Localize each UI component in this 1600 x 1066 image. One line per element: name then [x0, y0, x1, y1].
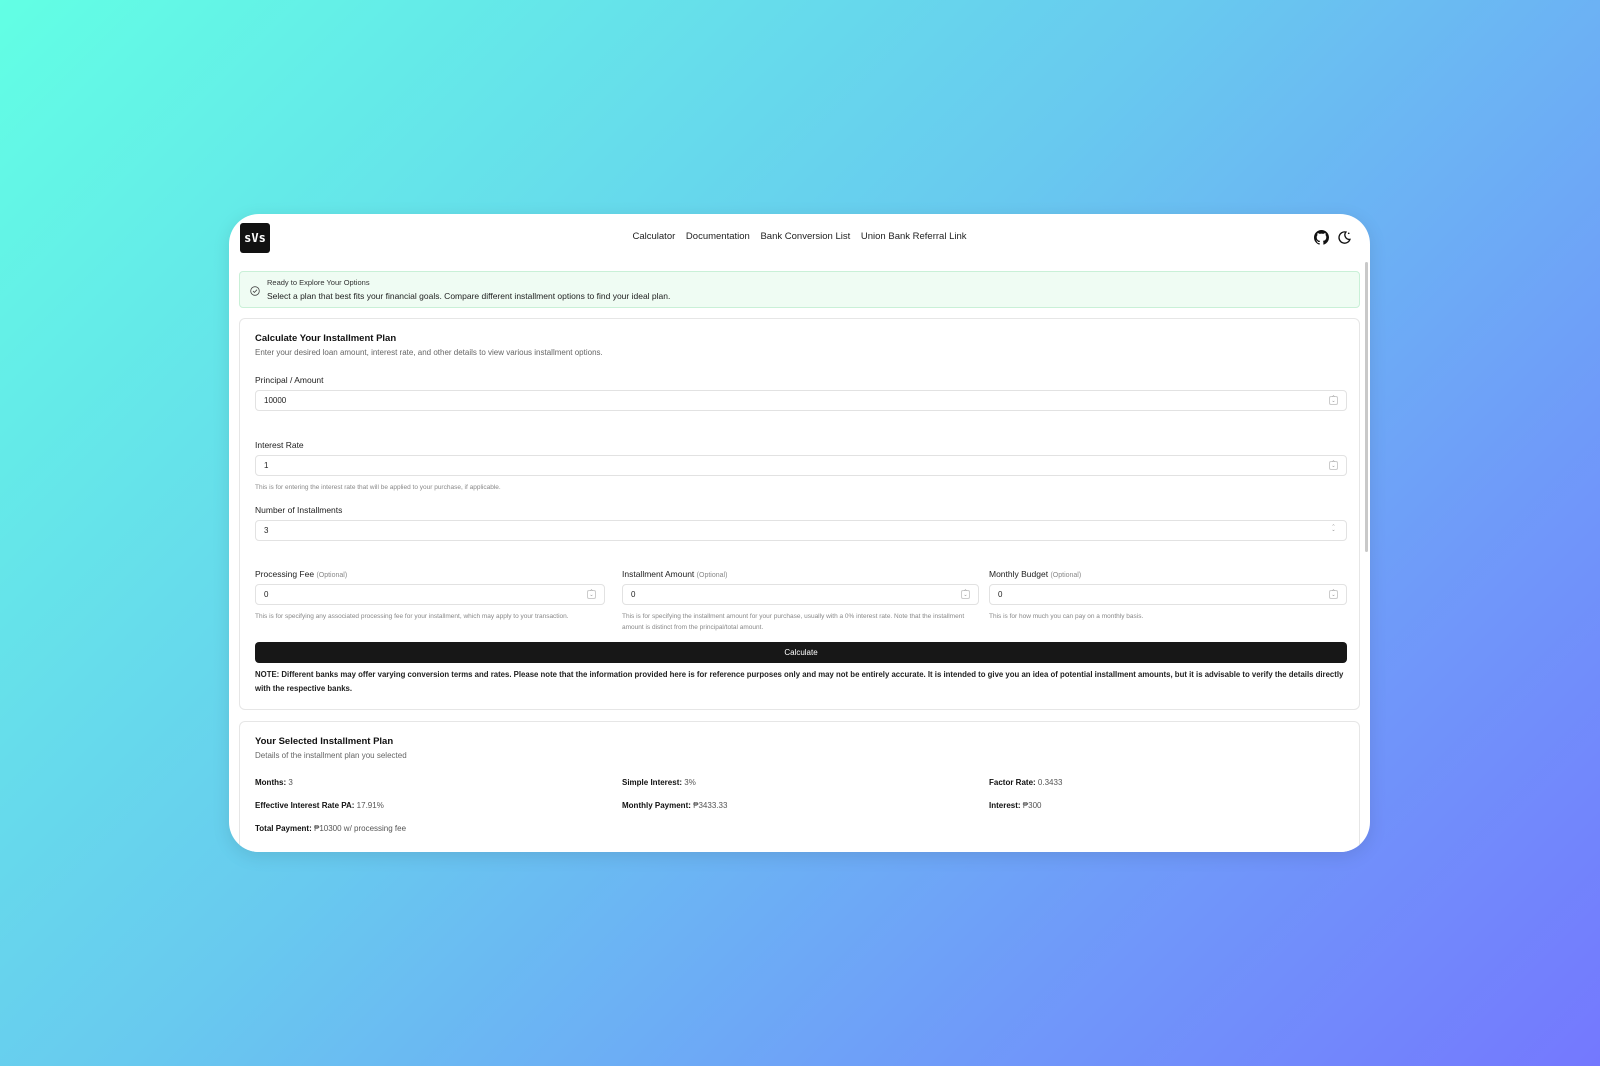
processing-fee-value: 0: [264, 590, 269, 599]
principal-help: [255, 417, 1347, 428]
github-icon[interactable]: [1314, 230, 1329, 245]
nav-link-documentation[interactable]: Documentation: [686, 231, 750, 242]
result-factor-rate-value: 0.3433: [1037, 778, 1063, 787]
theme-toggle-icon[interactable]: [1337, 230, 1352, 245]
interest-rate-input[interactable]: 1 ⌃ ⌄: [255, 455, 1347, 476]
result-total-payment-label: Total Payment:: [255, 824, 312, 833]
monthly-budget-optional: (Optional): [1050, 572, 1082, 579]
result-simple-interest-label: Simple Interest:: [622, 778, 683, 787]
app-window: sVs Calculator Documentation Bank Conver…: [229, 214, 1370, 852]
calculator-card: Calculate Your Installment Plan Enter yo…: [239, 318, 1360, 710]
nav-links: Calculator Documentation Bank Conversion…: [229, 231, 1370, 242]
processing-fee-optional: (Optional): [316, 572, 348, 579]
installment-amount-label: Installment Amount (Optional): [622, 569, 727, 579]
result-monthly-payment: Monthly Payment: ₱3433.33: [622, 801, 727, 810]
interest-rate-value: 1: [264, 461, 269, 470]
installment-amount-optional: (Optional): [696, 572, 728, 579]
nav-icons: [1314, 230, 1352, 245]
alert-description: Select a plan that best fits your financ…: [267, 291, 671, 301]
interest-rate-help: This is for entering the interest rate t…: [255, 484, 501, 491]
principal-label: Principal / Amount: [255, 375, 324, 385]
processing-fee-label-text: Processing Fee: [255, 569, 315, 579]
installments-help: [255, 547, 1347, 558]
result-monthly-payment-label: Monthly Payment:: [622, 801, 691, 810]
monthly-budget-stepper-icon[interactable]: ⌃ ⌄: [1329, 590, 1338, 599]
installments-label: Number of Installments: [255, 505, 343, 515]
scrollbar[interactable]: [1365, 262, 1368, 552]
result-effective-rate-label: Effective Interest Rate PA:: [255, 801, 355, 810]
processing-fee-label: Processing Fee (Optional): [255, 569, 347, 579]
monthly-budget-help: This is for how much you can pay on a mo…: [989, 613, 1144, 620]
result-simple-interest-value: 3%: [684, 778, 696, 787]
alert-title: Ready to Explore Your Options: [267, 278, 370, 287]
chevron-updown-icon: ⌃ ⌄: [1331, 524, 1336, 533]
result-simple-interest: Simple Interest: 3%: [622, 778, 696, 787]
processing-fee-input[interactable]: 0 ⌃ ⌄: [255, 584, 605, 605]
result-interest: Interest: ₱300: [989, 801, 1041, 810]
installment-amount-input[interactable]: 0 ⌃ ⌄: [622, 584, 979, 605]
processing-fee-help: This is for specifying any associated pr…: [255, 613, 569, 620]
principal-input[interactable]: 10000 ⌃ ⌄: [255, 390, 1347, 411]
selected-plan-card: Your Selected Installment Plan Details o…: [239, 721, 1360, 852]
result-factor-rate-label: Factor Rate:: [989, 778, 1036, 787]
calculate-button[interactable]: Calculate: [255, 642, 1347, 663]
installment-amount-label-text: Installment Amount: [622, 569, 695, 579]
disclaimer-note: NOTE: Different banks may offer varying …: [255, 670, 1344, 693]
nav-link-bank-conversion-list[interactable]: Bank Conversion List: [760, 231, 850, 242]
top-navbar: sVs Calculator Documentation Bank Conver…: [229, 214, 1370, 262]
calculator-description: Enter your desired loan amount, interest…: [255, 348, 603, 357]
result-total-payment: Total Payment: ₱10300 w/ processing fee: [255, 824, 406, 833]
interest-rate-label: Interest Rate: [255, 440, 304, 450]
selected-plan-title: Your Selected Installment Plan: [255, 736, 394, 747]
result-effective-rate-value: 17.91%: [356, 801, 384, 810]
installment-amount-help: This is for specifying the installment a…: [622, 613, 965, 631]
installments-value: 3: [264, 526, 269, 535]
installment-amount-value: 0: [631, 590, 636, 599]
info-alert: Ready to Explore Your Options Select a p…: [239, 271, 1360, 308]
check-circle-icon: [250, 283, 260, 296]
result-months-value: 3: [288, 778, 293, 787]
monthly-budget-label: Monthly Budget (Optional): [989, 569, 1081, 579]
processing-fee-stepper-icon[interactable]: ⌃ ⌄: [587, 590, 596, 599]
monthly-budget-label-text: Monthly Budget: [989, 569, 1049, 579]
interest-rate-stepper-icon[interactable]: ⌃ ⌄: [1329, 461, 1338, 470]
result-months-label: Months:: [255, 778, 287, 787]
result-total-payment-value: ₱10300 w/ processing fee: [313, 824, 407, 833]
result-factor-rate: Factor Rate: 0.3433: [989, 778, 1062, 787]
nav-link-calculator[interactable]: Calculator: [633, 231, 676, 242]
monthly-budget-input[interactable]: 0 ⌃ ⌄: [989, 584, 1347, 605]
result-interest-label: Interest:: [989, 801, 1021, 810]
result-effective-rate: Effective Interest Rate PA: 17.91%: [255, 801, 384, 810]
calculator-title: Calculate Your Installment Plan: [255, 333, 397, 344]
result-months: Months: 3: [255, 778, 293, 787]
principal-stepper-icon[interactable]: ⌃ ⌄: [1329, 396, 1338, 405]
selected-plan-description: Details of the installment plan you sele…: [255, 751, 407, 760]
result-interest-value: ₱300: [1022, 801, 1042, 810]
principal-value: 10000: [264, 396, 287, 405]
nav-link-union-bank-referral[interactable]: Union Bank Referral Link: [861, 231, 967, 242]
installment-amount-stepper-icon[interactable]: ⌃ ⌄: [961, 590, 970, 599]
monthly-budget-value: 0: [998, 590, 1003, 599]
installments-select[interactable]: 3 ⌃ ⌄: [255, 520, 1347, 541]
result-monthly-payment-value: ₱3433.33: [693, 801, 728, 810]
